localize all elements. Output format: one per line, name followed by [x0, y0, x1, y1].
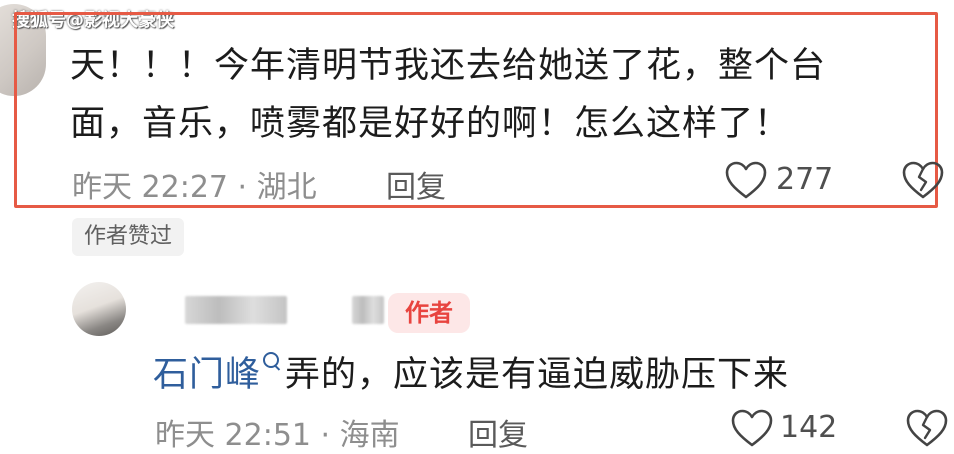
- reply-timestamp-location: 昨天 22:51 · 海南: [155, 418, 400, 453]
- blurred-username: [185, 296, 287, 324]
- reply-like-count: 142: [780, 410, 838, 445]
- blurred-username-extra: [352, 296, 384, 324]
- mentioned-user-link[interactable]: 石门峰: [153, 355, 261, 395]
- comment-timestamp-location: 昨天 22:27 · 湖北: [72, 170, 317, 205]
- comment-text-line-1: 天！！！今年清明节我还去给她送了花，整个台: [70, 46, 827, 86]
- search-mini-icon: [263, 352, 280, 368]
- comment-like-count: 277: [776, 162, 834, 197]
- reply-reply-button[interactable]: 回复: [468, 410, 528, 454]
- heart-outline-icon[interactable]: [730, 408, 774, 448]
- reply-avatar[interactable]: [72, 282, 126, 336]
- comment-reply-button[interactable]: 回复: [386, 162, 446, 206]
- author-tag-badge: 作者: [388, 293, 470, 333]
- broken-heart-icon[interactable]: [904, 408, 950, 448]
- reply-body: 石门峰 弄的，应该是有逼迫威胁压下来: [153, 346, 789, 403]
- comment-text-line-2: 面，音乐，喷雾都是好好的啊！怎么这样了！: [70, 104, 791, 144]
- broken-heart-icon[interactable]: [900, 160, 946, 200]
- author-liked-badge: 作者赞过: [72, 218, 185, 256]
- reply-text: 弄的，应该是有逼迫威胁压下来: [285, 355, 790, 395]
- heart-outline-icon[interactable]: [724, 160, 768, 200]
